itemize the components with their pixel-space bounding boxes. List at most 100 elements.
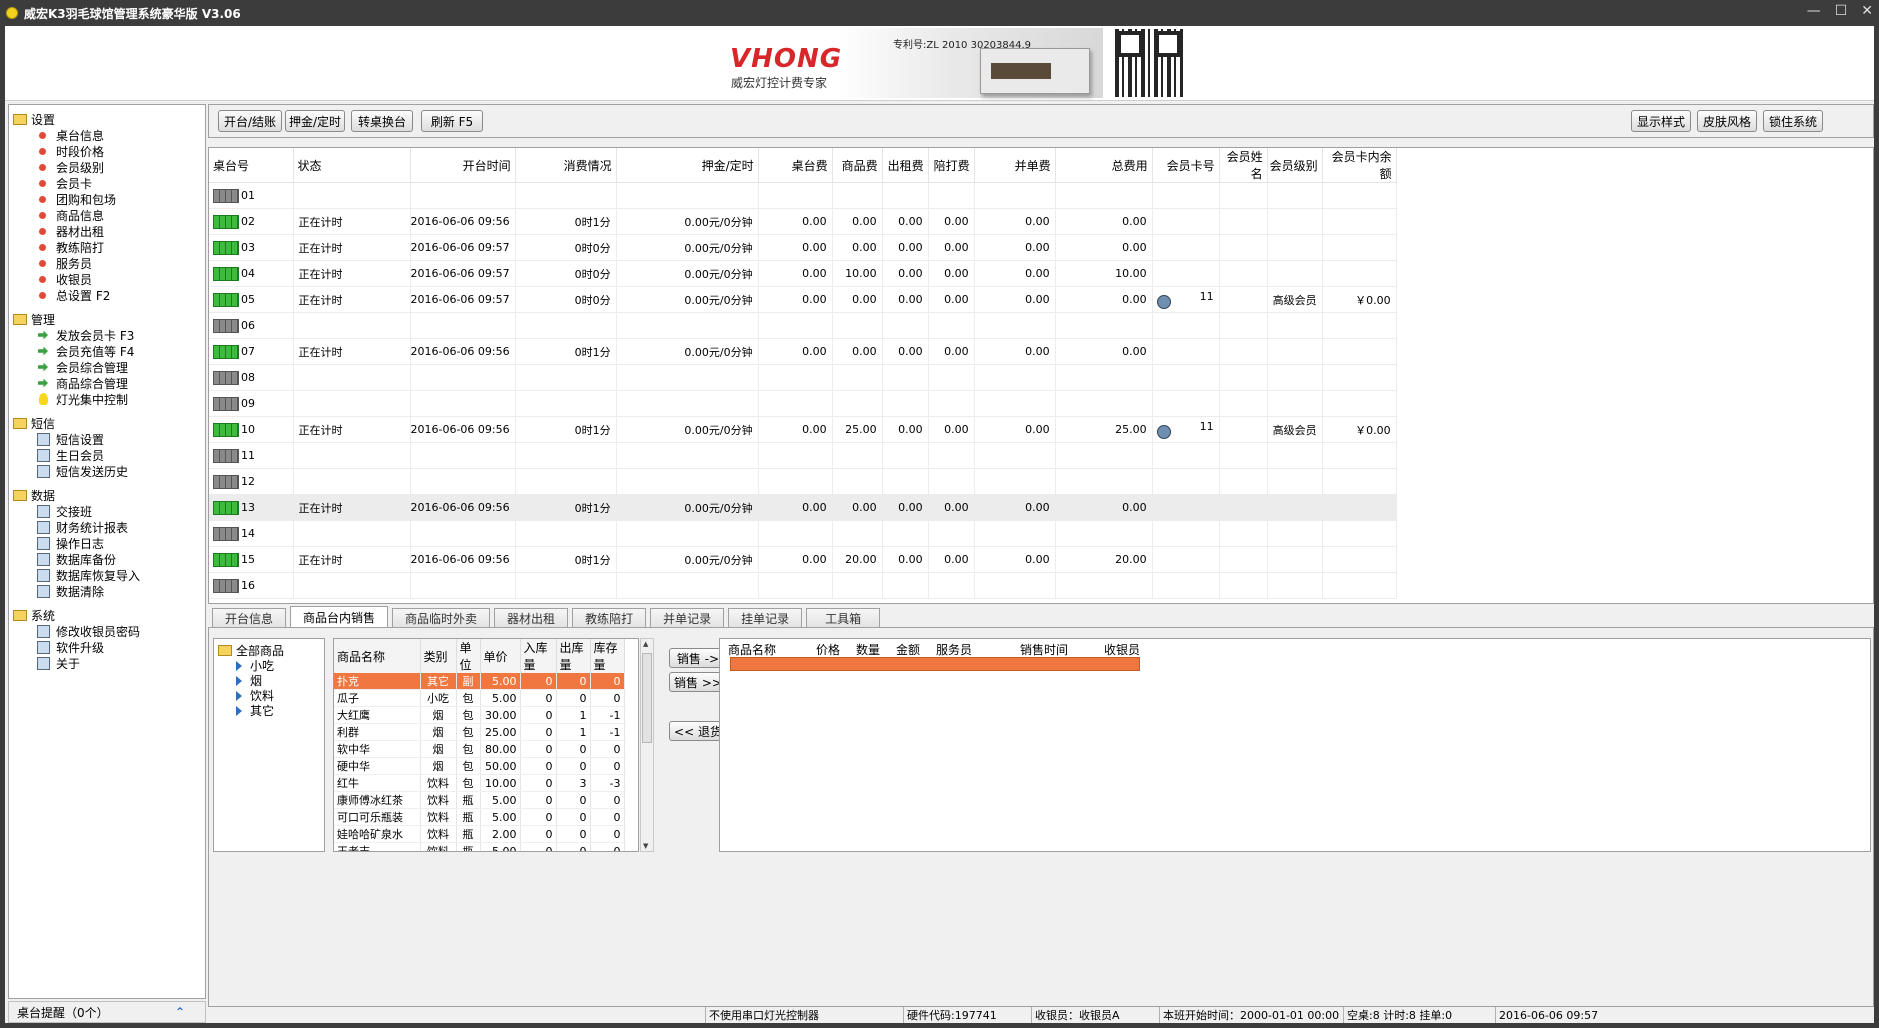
sidebar-item[interactable]: 会员级别 <box>13 159 205 175</box>
deposit-timer-button[interactable]: 押金/定时 <box>285 110 345 132</box>
sidebar-item[interactable]: 数据清除 <box>13 583 205 599</box>
sidebar-group-header[interactable]: 数据 <box>13 487 205 503</box>
column-header[interactable]: 总费用 <box>1055 148 1153 183</box>
category-item[interactable]: 饮料 <box>214 688 324 703</box>
skin-button[interactable]: 皮肤风格 <box>1697 110 1757 132</box>
tab-2[interactable]: 商品临时外卖 <box>392 608 491 628</box>
table-row[interactable]: 03 正在计时 2016-06-06 09:57 0时0分 0.00元/0分钟 0.00 0… <box>209 234 1397 261</box>
goods-column-header[interactable]: 商品名称 <box>334 639 421 673</box>
goods-column-header[interactable]: 单价 <box>480 639 521 673</box>
sidebar-item[interactable]: 灯光集中控制 <box>13 391 205 407</box>
column-header[interactable]: 消费情况 <box>515 148 617 183</box>
sidebar-item[interactable]: 会员充值等 F4 <box>13 343 205 359</box>
sidebar-item[interactable]: 财务统计报表 <box>13 519 205 535</box>
category-root[interactable]: 全部商品 <box>218 643 324 658</box>
tab-5[interactable]: 并单记录 <box>650 608 725 628</box>
goods-row[interactable]: 软中华烟包 80.00 0 0 0 <box>334 740 625 758</box>
sidebar-item[interactable]: 会员卡 <box>13 175 205 191</box>
tab-4[interactable]: 教练陪打 <box>572 608 647 628</box>
column-header[interactable]: 开台时间 <box>410 148 516 183</box>
sidebar-item[interactable]: 服务员 <box>13 255 205 271</box>
goods-row[interactable]: 王老吉 饮料瓶 5.00 0 0 0 <box>334 842 625 851</box>
sidebar-group-header[interactable]: 设置 <box>13 111 205 127</box>
sidebar-item[interactable]: 修改收银员密码 <box>13 623 205 639</box>
tab-3[interactable]: 器材出租 <box>494 608 569 628</box>
column-header[interactable]: 状态 <box>293 148 411 183</box>
goods-row[interactable]: 大红鹰烟包 30.00 0 1 -1 <box>334 706 625 724</box>
sidebar-item[interactable]: 商品信息 <box>13 207 205 223</box>
column-header[interactable]: 会员姓名 <box>1219 148 1268 183</box>
column-header[interactable]: 商品费 <box>832 148 883 183</box>
table-row[interactable]: 15 正在计时 2016-06-06 09:56 0时1分 0.00元/0分钟 0.00 2… <box>209 546 1397 573</box>
sidebar-item[interactable]: 短信设置 <box>13 431 205 447</box>
goods-scrollbar[interactable]: ▲ ▼ <box>640 638 654 852</box>
goods-column-header[interactable]: 出库量 <box>556 639 591 673</box>
sales-column-header[interactable]: 收银员 <box>1104 641 1164 657</box>
table-row[interactable]: 07 正在计时 2016-06-06 09:56 0时1分 0.00元/0分钟 0.00 0… <box>209 338 1397 365</box>
scroll-down-icon[interactable]: ▼ <box>643 842 648 850</box>
sales-column-header[interactable]: 数量 <box>856 641 896 657</box>
table-row[interactable]: 01 <box>209 182 1397 209</box>
maximize-button[interactable]: ☐ <box>1835 3 1848 19</box>
column-header[interactable]: 会员卡号 <box>1152 148 1220 183</box>
column-header[interactable]: 陪打费 <box>928 148 975 183</box>
sales-selected-row[interactable] <box>730 657 1140 671</box>
sidebar-item[interactable]: 短信发送历史 <box>13 463 205 479</box>
goods-column-header[interactable]: 库存量 <box>590 639 625 673</box>
goods-row[interactable]: 硬中华烟包 50.00 0 0 0 <box>334 757 625 775</box>
column-header[interactable]: 桌台费 <box>758 148 833 183</box>
sales-column-header[interactable]: 销售时间 <box>1020 641 1104 657</box>
sidebar-item[interactable]: 商品综合管理 <box>13 375 205 391</box>
sidebar-item[interactable]: 发放会员卡 F3 <box>13 327 205 343</box>
sidebar-item[interactable]: 时段价格 <box>13 143 205 159</box>
refresh-button[interactable]: 刷新 F5 <box>421 110 483 132</box>
column-header[interactable]: 出租费 <box>882 148 929 183</box>
sidebar-group-header[interactable]: 短信 <box>13 415 205 431</box>
goods-row[interactable]: 红牛 饮料包 10.00 0 3 -3 <box>334 774 625 792</box>
goods-column-header[interactable]: 类别 <box>420 639 457 673</box>
table-row[interactable]: 02 正在计时 2016-06-06 09:56 0时1分 0.00元/0分钟 0.00 0… <box>209 208 1397 235</box>
column-header[interactable]: 会员级别 <box>1267 148 1323 183</box>
goods-column-header[interactable]: 单位 <box>456 639 481 673</box>
sales-column-header[interactable]: 价格 <box>816 641 856 657</box>
tab-6[interactable]: 挂单记录 <box>728 608 803 628</box>
sidebar-item[interactable]: 生日会员 <box>13 447 205 463</box>
sidebar-item[interactable]: 桌台信息 <box>13 127 205 143</box>
sidebar-item[interactable]: 团购和包场 <box>13 191 205 207</box>
goods-column-header[interactable]: 入库量 <box>520 639 557 673</box>
minimize-button[interactable]: — <box>1807 3 1821 19</box>
lock-system-button[interactable]: 锁住系统 <box>1763 110 1823 132</box>
sidebar-group-header[interactable]: 系统 <box>13 607 205 623</box>
goods-row[interactable]: 瓜子 小吃包 5.00 0 0 0 <box>334 689 625 707</box>
table-row[interactable]: 11 <box>209 442 1397 469</box>
goods-row[interactable]: 娃哈哈矿泉水 饮料瓶 2.00 0 0 0 <box>334 825 625 843</box>
sidebar-item[interactable]: 交接班 <box>13 503 205 519</box>
tab-1[interactable]: 商品台内销售 <box>290 606 389 628</box>
close-button[interactable]: ✕ <box>1861 3 1873 19</box>
transfer-table-button[interactable]: 转桌换台 <box>351 110 413 132</box>
category-item[interactable]: 小吃 <box>214 658 324 673</box>
table-row[interactable]: 16 <box>209 572 1397 599</box>
sidebar-item[interactable]: 操作日志 <box>13 535 205 551</box>
table-row[interactable]: 14 <box>209 520 1397 547</box>
sidebar-item[interactable]: 软件升级 <box>13 639 205 655</box>
sidebar-item[interactable]: 收银员 <box>13 271 205 287</box>
sidebar-group-header[interactable]: 管理 <box>13 311 205 327</box>
sidebar-item[interactable]: 数据库恢复导入 <box>13 567 205 583</box>
table-row[interactable]: 09 <box>209 390 1397 417</box>
sidebar-item[interactable]: 总设置 F2 <box>13 287 205 303</box>
column-header[interactable]: 并单费 <box>974 148 1056 183</box>
sales-column-header[interactable]: 金额 <box>896 641 936 657</box>
sidebar-item[interactable]: 教练陪打 <box>13 239 205 255</box>
table-row[interactable]: 12 <box>209 468 1397 495</box>
category-item[interactable]: 其它 <box>214 703 324 718</box>
goods-row[interactable]: 扑克 其它副 5.00 0 0 0 <box>334 673 625 690</box>
tab-0[interactable]: 开台信息 <box>212 608 287 628</box>
sidebar-item[interactable]: 会员综合管理 <box>13 359 205 375</box>
column-header[interactable]: 会员卡内余额 <box>1322 148 1397 183</box>
sales-column-header[interactable]: 商品名称 <box>728 641 816 657</box>
column-header[interactable]: 押金/定时 <box>616 148 759 183</box>
sidebar-item[interactable]: 数据库备份 <box>13 551 205 567</box>
table-row[interactable]: 08 <box>209 364 1397 391</box>
sales-column-header[interactable]: 服务员 <box>936 641 1020 657</box>
